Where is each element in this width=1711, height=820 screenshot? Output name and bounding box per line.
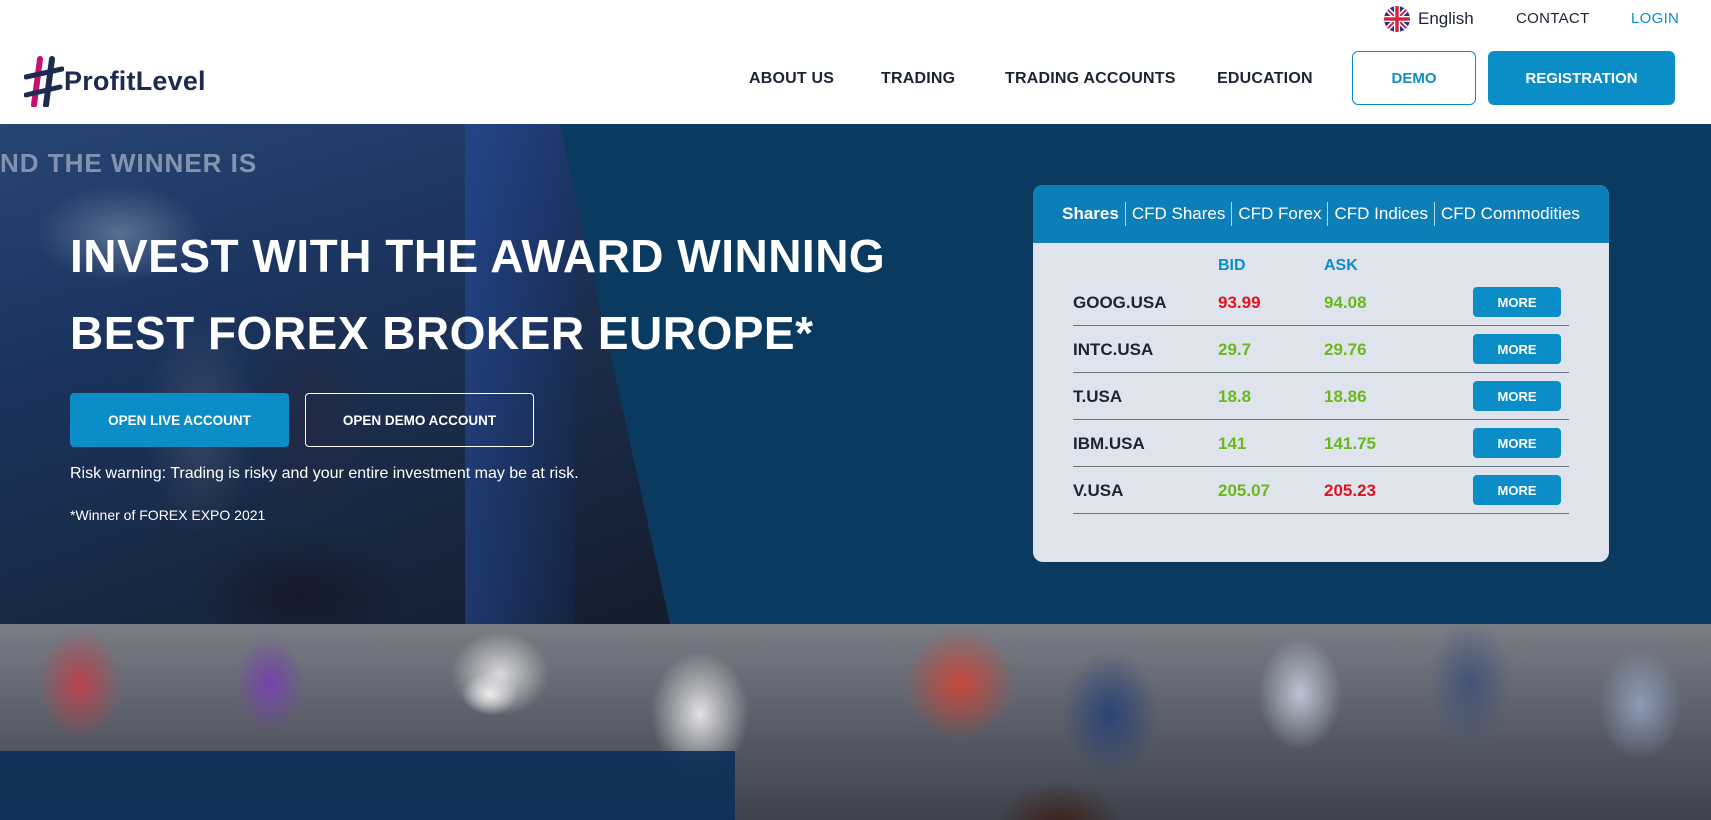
table-row: T.USA 18.8 18.86 MORE [1073, 373, 1569, 420]
row-symbol: T.USA [1073, 387, 1123, 406]
more-button[interactable]: MORE [1473, 334, 1561, 364]
row-symbol: GOOG.USA [1073, 293, 1167, 312]
risk-warning: Risk warning: Trading is risky and your … [70, 465, 579, 482]
winner-note: *Winner of FOREX EXPO 2021 [70, 507, 266, 523]
content-panel [0, 751, 735, 820]
language-label: English [1418, 9, 1474, 28]
hero-title-line-1: INVEST WITH THE AWARD WINNING [70, 230, 886, 282]
registration-button[interactable]: REGISTRATION [1488, 51, 1675, 105]
table-row: IBM.USA 141 141.75 MORE [1073, 420, 1569, 467]
language-selector[interactable]: English [1384, 6, 1474, 32]
row-symbol: INTC.USA [1073, 340, 1154, 359]
row-ask: 94.08 [1324, 293, 1367, 312]
crowd-photo [0, 624, 1711, 820]
bid-column-header: BID [1218, 257, 1246, 274]
more-button[interactable]: MORE [1473, 475, 1561, 505]
row-bid: 18.8 [1218, 387, 1252, 406]
quotes-table: GOOG.USA 93.99 94.08 MORE INTC.USA 29.7 … [1073, 279, 1569, 514]
table-row: V.USA 205.07 205.23 MORE [1073, 467, 1569, 514]
more-button[interactable]: MORE [1473, 287, 1561, 317]
hero-title-line-2: BEST FOREX BROKER EUROPE* [70, 307, 814, 359]
row-ask: 18.86 [1324, 387, 1367, 406]
hash-logo-icon [24, 56, 64, 107]
quotes-widget: Shares CFD Shares CFD Forex CFD Indices … [1033, 185, 1609, 562]
main-header: ProfitLevel ABOUT US TRADING TRADING ACC… [0, 38, 1711, 124]
row-symbol: IBM.USA [1073, 434, 1145, 453]
row-bid: 205.07 [1218, 481, 1270, 500]
row-ask: 29.76 [1324, 340, 1367, 359]
table-row: GOOG.USA 93.99 94.08 MORE [1073, 279, 1569, 326]
table-row: INTC.USA 29.7 29.76 MORE [1073, 326, 1569, 373]
hero-photo-banner-text: ND THE WINNER IS [0, 148, 258, 178]
tab-cfd-shares[interactable]: CFD Shares [1126, 204, 1232, 224]
logo-text: ProfitLevel [64, 65, 206, 96]
nav-education[interactable]: EDUCATION [1217, 70, 1313, 88]
row-bid: 29.7 [1218, 340, 1252, 359]
hero-award-photo: ND THE WINNER IS [0, 124, 670, 624]
hero-title: INVEST WITH THE AWARD WINNING BEST FOREX… [70, 218, 970, 372]
uk-flag-icon [1384, 6, 1410, 32]
utility-bar: English CONTACT LOGIN [0, 0, 1711, 38]
contact-link[interactable]: CONTACT [1516, 10, 1589, 27]
tab-cfd-forex[interactable]: CFD Forex [1232, 204, 1327, 224]
row-bid: 141 [1218, 434, 1247, 453]
more-button[interactable]: MORE [1473, 381, 1561, 411]
row-ask: 205.23 [1324, 481, 1376, 500]
open-demo-account-button[interactable]: OPEN DEMO ACCOUNT [305, 393, 534, 447]
ask-column-header: ASK [1324, 257, 1358, 274]
tab-cfd-commodities[interactable]: CFD Commodities [1435, 204, 1586, 224]
nav-about-us[interactable]: ABOUT US [749, 70, 834, 88]
tab-cfd-indices[interactable]: CFD Indices [1328, 204, 1434, 224]
nav-trading-accounts[interactable]: TRADING ACCOUNTS [1005, 70, 1176, 88]
logo[interactable]: ProfitLevel [24, 55, 206, 107]
login-link[interactable]: LOGIN [1631, 10, 1679, 27]
hero-section: ND THE WINNER IS INVEST WITH THE AWARD W… [0, 124, 1711, 624]
demo-button[interactable]: DEMO [1352, 51, 1476, 105]
quotes-tab-bar: Shares CFD Shares CFD Forex CFD Indices … [1033, 185, 1609, 243]
row-ask: 141.75 [1324, 434, 1376, 453]
open-live-account-button[interactable]: OPEN LIVE ACCOUNT [70, 393, 289, 447]
row-bid: 93.99 [1218, 293, 1261, 312]
nav-trading[interactable]: TRADING [881, 70, 955, 88]
row-symbol: V.USA [1073, 481, 1124, 500]
more-button[interactable]: MORE [1473, 428, 1561, 458]
tab-shares[interactable]: Shares [1056, 204, 1125, 224]
